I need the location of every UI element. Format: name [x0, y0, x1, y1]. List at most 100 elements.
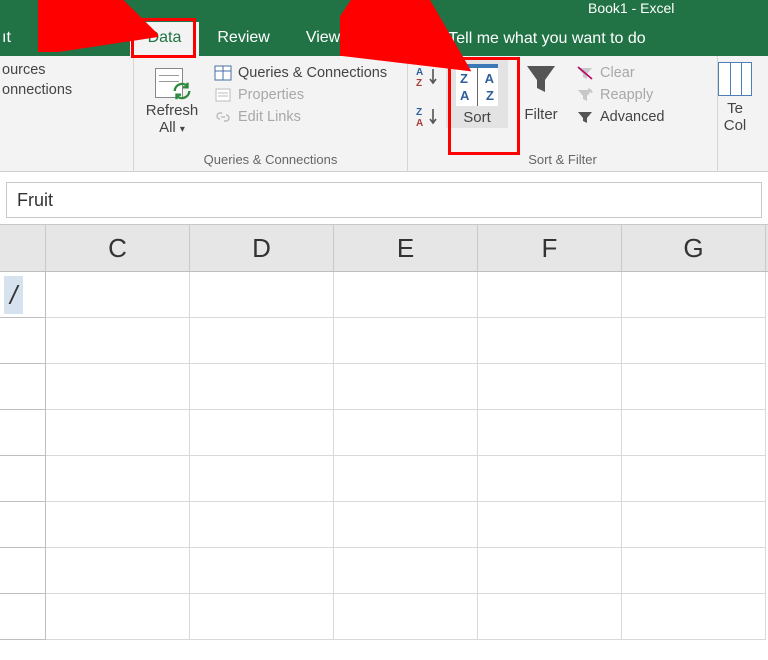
refresh-all-button[interactable]: Refresh All ▾ [134, 56, 210, 138]
cell-partial-content: / [4, 276, 23, 314]
cell[interactable] [190, 594, 334, 640]
sort-az-button[interactable]: A Z [416, 66, 440, 88]
clear-icon [576, 65, 594, 81]
ribbon-group-sort-filter: A Z Z A Z A A Z Sort [408, 56, 718, 171]
col-header-E[interactable]: E [334, 225, 478, 271]
refresh-dropdown-caret-icon[interactable]: ▾ [180, 124, 185, 135]
ribbon-tabs: ıt Formulas Data Review View Tell me wha… [0, 22, 768, 56]
cell[interactable] [334, 548, 478, 594]
cell[interactable] [334, 594, 478, 640]
sort-button[interactable]: Z A A Z Sort [446, 58, 508, 128]
row-header[interactable] [0, 318, 46, 364]
cell[interactable] [334, 272, 478, 318]
cell[interactable] [622, 548, 766, 594]
col-header-C[interactable]: C [46, 225, 190, 271]
group-label-queries: Queries & Connections [134, 150, 407, 171]
cell[interactable] [478, 272, 622, 318]
svg-text:Z: Z [416, 78, 422, 88]
cell[interactable] [478, 548, 622, 594]
row-header[interactable] [0, 364, 46, 410]
cell[interactable] [622, 318, 766, 364]
reapply-label: Reapply [600, 87, 653, 103]
cell[interactable] [46, 594, 190, 640]
filter-label: Filter [510, 106, 572, 123]
edit-links-label: Edit Links [238, 109, 301, 125]
row-header[interactable] [0, 456, 46, 502]
col-header-G[interactable]: G [622, 225, 766, 271]
advanced-icon [576, 109, 594, 125]
cell[interactable] [190, 548, 334, 594]
row-header[interactable] [0, 502, 46, 548]
edit-links-button[interactable]: Edit Links [214, 106, 387, 128]
cell[interactable] [334, 502, 478, 548]
cell[interactable] [46, 364, 190, 410]
cell[interactable] [622, 364, 766, 410]
filter-button[interactable]: Filter [510, 56, 572, 128]
worksheet-grid[interactable]: / [0, 272, 768, 640]
header-corner[interactable] [0, 225, 46, 271]
tab-data[interactable]: Data [130, 22, 200, 56]
cell[interactable] [334, 318, 478, 364]
tab-view[interactable]: View [288, 22, 358, 56]
properties-button[interactable]: Properties [214, 84, 387, 106]
cell[interactable] [622, 502, 766, 548]
ribbon-group-queries: Refresh All ▾ Queries & Connections [134, 56, 408, 171]
row-header[interactable] [0, 410, 46, 456]
cell[interactable] [478, 364, 622, 410]
tab-partial[interactable]: ıt [0, 22, 27, 56]
cell[interactable] [478, 502, 622, 548]
cell[interactable] [478, 318, 622, 364]
cell[interactable] [46, 318, 190, 364]
cell[interactable] [622, 594, 766, 640]
refresh-label-1: Refresh [134, 102, 210, 119]
clear-filter-button[interactable]: Clear [576, 62, 665, 84]
cell[interactable] [46, 502, 190, 548]
text-to-columns-button[interactable]: Te Col [718, 56, 752, 134]
cell[interactable] [478, 456, 622, 502]
cell[interactable] [190, 410, 334, 456]
queries-connections-button[interactable]: Queries & Connections [214, 62, 387, 84]
cell[interactable] [478, 594, 622, 640]
funnel-icon [523, 62, 559, 96]
tell-me-search[interactable]: Tell me what you want to do [420, 22, 645, 56]
text-to-columns-icon [718, 62, 752, 96]
tab-formulas[interactable]: Formulas [27, 22, 130, 56]
cell[interactable] [334, 364, 478, 410]
cell[interactable] [46, 548, 190, 594]
sort-za-button[interactable]: Z A [416, 106, 440, 128]
cell[interactable] [622, 272, 766, 318]
cell[interactable] [334, 456, 478, 502]
cell[interactable] [46, 410, 190, 456]
col-header-F[interactable]: F [478, 225, 622, 271]
cell[interactable] [190, 318, 334, 364]
refresh-icon [153, 62, 191, 100]
reapply-button[interactable]: Reapply [576, 84, 665, 106]
reapply-icon [576, 87, 594, 103]
existing-connections-partial[interactable]: onnections [2, 80, 72, 100]
cell[interactable] [190, 456, 334, 502]
formula-bar[interactable]: Fruit [6, 182, 762, 218]
cell[interactable] [478, 410, 622, 456]
formula-bar-value: Fruit [17, 190, 53, 211]
cell[interactable] [190, 502, 334, 548]
cell[interactable] [622, 456, 766, 502]
advanced-filter-button[interactable]: Advanced [576, 106, 665, 128]
col-header-D[interactable]: D [190, 225, 334, 271]
svg-text:Z: Z [416, 107, 422, 118]
sort-dialog-icon: Z A A Z [456, 64, 498, 106]
cell[interactable] [622, 410, 766, 456]
existing-sources-partial[interactable]: ources [2, 60, 72, 80]
ribbon: ources onnections Refresh All ▾ [0, 56, 768, 172]
row-header[interactable] [0, 548, 46, 594]
cell[interactable] [46, 272, 190, 318]
cell[interactable] [190, 364, 334, 410]
cell[interactable] [46, 456, 190, 502]
advanced-label: Advanced [600, 109, 665, 125]
title-bar: Book1 - Excel [0, 0, 768, 22]
cell[interactable] [190, 272, 334, 318]
properties-label: Properties [238, 87, 304, 103]
cell[interactable] [334, 410, 478, 456]
tab-review[interactable]: Review [199, 22, 287, 56]
ribbon-group-getdata-partial: ources onnections [0, 56, 134, 171]
row-header[interactable] [0, 594, 46, 640]
